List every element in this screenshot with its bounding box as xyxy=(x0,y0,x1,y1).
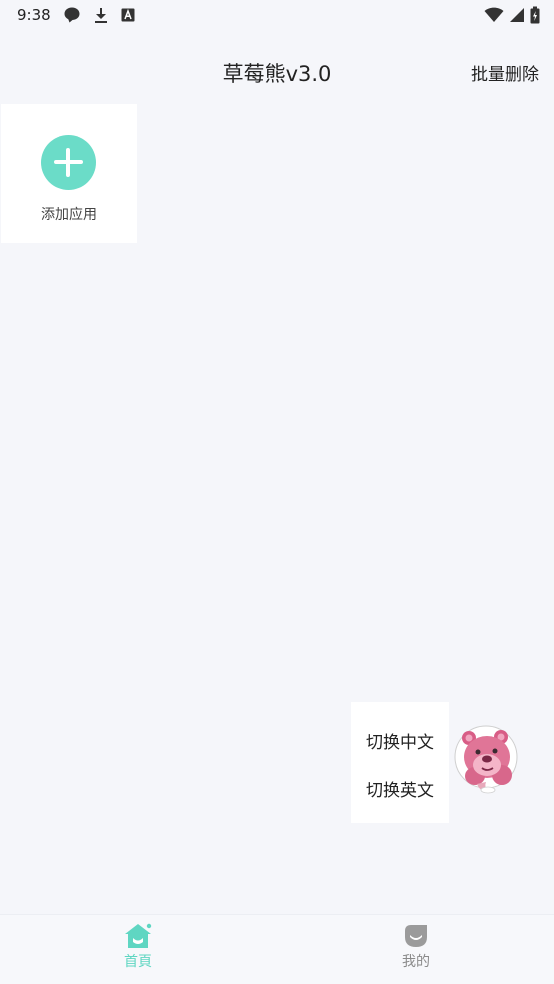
plus-circle-icon xyxy=(41,135,96,190)
bottom-nav: 首頁 我的 xyxy=(0,914,554,984)
add-app-label: 添加应用 xyxy=(41,207,97,223)
status-icons-right xyxy=(484,6,540,24)
app-header: 草莓熊v3.0 批量删除 xyxy=(0,50,554,92)
battery-icon xyxy=(530,6,540,24)
nav-home[interactable]: 首頁 xyxy=(98,923,178,971)
add-app-card[interactable]: 添加应用 xyxy=(1,104,137,243)
switch-chinese-option[interactable]: 切换中文 xyxy=(351,728,449,753)
batch-delete-button[interactable]: 批量删除 xyxy=(471,60,539,85)
strawberry-bear-avatar-icon xyxy=(454,725,518,794)
status-icons-left xyxy=(63,6,135,24)
font-a-icon xyxy=(121,8,135,22)
status-bar: 9:38 xyxy=(0,0,554,30)
switch-english-option[interactable]: 切换英文 xyxy=(351,776,449,801)
profile-icon xyxy=(405,925,427,947)
download-icon xyxy=(94,8,107,23)
signal-icon xyxy=(510,8,524,22)
chat-bubble-icon xyxy=(64,7,80,23)
floating-avatar-button[interactable] xyxy=(453,724,519,796)
status-time: 9:38 xyxy=(17,6,51,24)
nav-mine[interactable]: 我的 xyxy=(376,923,456,971)
language-menu: 切换中文 切换英文 xyxy=(351,702,449,823)
home-icon xyxy=(125,923,152,948)
nav-mine-label: 我的 xyxy=(402,954,430,970)
nav-home-label: 首頁 xyxy=(124,954,152,970)
wifi-icon xyxy=(484,7,504,22)
